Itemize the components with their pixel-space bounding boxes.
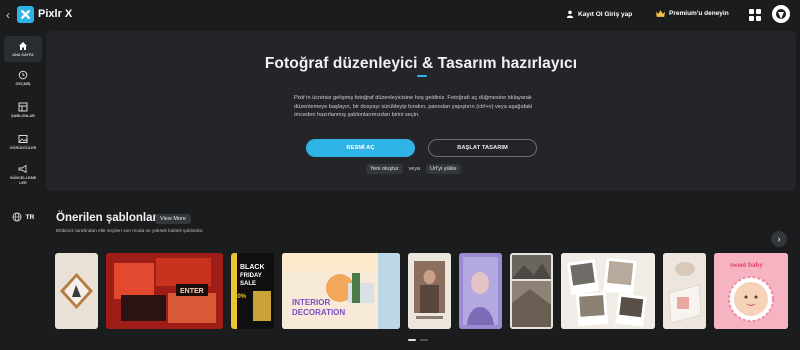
premium-label: Premium'u deneyin <box>669 10 729 17</box>
template-thumbnail[interactable] <box>561 253 655 329</box>
template-thumbnail[interactable] <box>510 253 553 329</box>
template-art <box>510 253 553 329</box>
template-art: INTERIOR DECORATION <box>282 253 400 329</box>
home-icon <box>19 42 27 50</box>
create-new-button[interactable]: Yeni oluştur <box>366 164 403 174</box>
megaphone-icon <box>18 164 27 174</box>
pixlr-avatar-icon <box>776 9 786 19</box>
carousel-pagination <box>408 339 428 341</box>
hero-description: Pixlr'ın ücretsiz gelişmiş fotoğraf düze… <box>294 95 533 119</box>
thumb-decoration-text: DECORATION <box>292 308 345 317</box>
history-icon <box>18 70 28 80</box>
template-thumbnail[interactable] <box>459 253 502 329</box>
title-underline <box>417 75 427 77</box>
templates-title: Önerilen şablonlar <box>56 212 157 224</box>
chevron-left-icon[interactable]: ‹ <box>6 8 10 22</box>
apps-grid-icon[interactable] <box>749 9 761 21</box>
sidebar-item-history[interactable]: GEÇMİŞ <box>4 70 42 87</box>
language-label: TR <box>25 213 35 221</box>
template-thumbnail[interactable] <box>408 253 451 329</box>
login-label: Kayıt Ol Giriş yap <box>578 10 633 18</box>
premium-button[interactable]: Premium'u deneyin <box>656 10 729 17</box>
template-art: ENTER <box>106 253 223 329</box>
login-button[interactable]: Kayıt Ol Giriş yap <box>566 10 632 18</box>
view-more-button[interactable]: View More <box>155 214 191 224</box>
template-art: BLACK FRIDAY SALE 30% <box>231 253 274 329</box>
thumb-enter-text: ENTER <box>180 288 204 295</box>
template-thumbnail[interactable]: sweet baby <box>714 253 788 329</box>
sidebar-item-templates[interactable]: ŞABLONLAR <box>4 102 42 119</box>
user-icon <box>566 10 574 18</box>
sidebar-item-label: GÖRÜNTÜLER <box>9 146 37 150</box>
x-logo-icon <box>21 10 30 19</box>
thumb-interior-text: INTERIOR <box>292 298 330 307</box>
sidebar-item-label: ŞABLONLAR <box>11 114 35 118</box>
image-icon <box>18 135 28 143</box>
crown-icon <box>656 10 665 17</box>
template-thumbnail[interactable]: BLACK FRIDAY SALE 30% <box>231 253 274 329</box>
thumb-discount-text: 30% <box>234 294 247 300</box>
sidebar-item-updates[interactable]: GÜNCELLEME LER <box>4 164 42 186</box>
sidebar-item-label: GÜNCELLEME LER <box>9 176 37 185</box>
thumb-friday-text: FRIDAY <box>240 273 262 279</box>
pixlr-logo[interactable] <box>17 6 34 23</box>
templates-icon <box>18 102 28 112</box>
template-art <box>561 253 655 329</box>
template-thumbnail[interactable] <box>663 253 706 329</box>
template-thumbnail[interactable] <box>55 253 98 329</box>
or-label: veya <box>408 166 421 172</box>
create-links: Yeni oluştur veya Url'yi yükle <box>366 164 461 174</box>
sidebar-item-home[interactable]: ANA SAYFA <box>4 36 42 62</box>
globe-icon <box>12 212 22 222</box>
templates-subtitle: Ekibimiz tarafından elle seçilen son mod… <box>56 229 204 234</box>
page-title: Fotoğraf düzenleyici & Tasarım hazırlayı… <box>264 55 578 72</box>
pagination-dot[interactable] <box>420 339 428 341</box>
next-arrow-icon[interactable]: › <box>771 231 787 247</box>
start-design-button[interactable]: BAŞLAT TASARIM <box>428 139 537 157</box>
thumb-sale-text: SALE <box>240 281 256 287</box>
sidebar-item-images[interactable]: GÖRÜNTÜLER <box>4 134 42 151</box>
hero-panel: Fotoğraf düzenleyici & Tasarım hazırlayı… <box>46 31 796 191</box>
sidebar-item-label: GEÇMİŞ <box>15 82 31 86</box>
thumb-sweet-text: sweet baby <box>730 261 763 269</box>
sidebar-item-label: ANA SAYFA <box>12 53 34 57</box>
load-url-button[interactable]: Url'yi yükle <box>426 164 461 174</box>
template-art <box>60 273 93 309</box>
language-selector[interactable]: TR <box>4 212 42 222</box>
thumb-black-text: BLACK <box>240 264 265 271</box>
template-art <box>663 253 706 329</box>
open-image-button[interactable]: RESMİ AÇ <box>306 139 415 157</box>
template-thumbnail[interactable]: ENTER <box>106 253 223 329</box>
sidebar: ANA SAYFA GEÇMİŞ ŞABLONLAR GÖRÜNTÜLER GÜ… <box>4 32 42 350</box>
template-art <box>408 253 451 329</box>
pagination-dot[interactable] <box>408 339 416 341</box>
template-art: sweet baby <box>714 253 788 329</box>
avatar[interactable] <box>772 5 790 23</box>
template-thumbnail[interactable]: INTERIOR DECORATION <box>282 253 400 329</box>
template-art <box>459 253 502 329</box>
top-bar: ‹ Pixlr X Kayıt Ol Giriş yap Premium'u d… <box>0 0 800 30</box>
app-name: Pixlr X <box>38 8 73 20</box>
